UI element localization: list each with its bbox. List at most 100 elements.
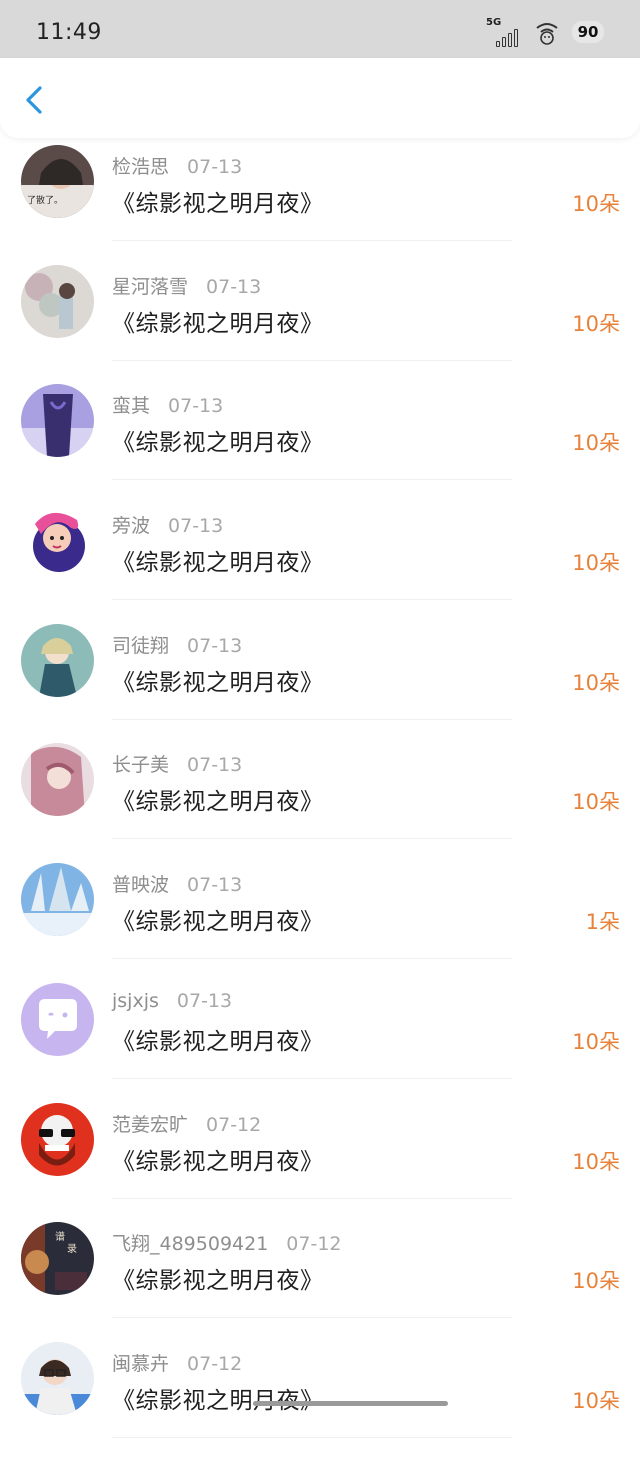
wifi-icon <box>536 23 558 45</box>
gift-date: 07-12 <box>187 1352 243 1375</box>
divider <box>112 240 512 241</box>
home-indicator[interactable] <box>253 1401 448 1406</box>
book-title[interactable]: 《综影视之明月夜》 <box>112 423 324 457</box>
list-item[interactable]: 旁波 07-13 《综影视之明月夜》 10朵 <box>0 499 640 619</box>
avatar[interactable] <box>21 743 94 817</box>
flower-count: 10朵 <box>572 431 620 456</box>
flower-count: 10朵 <box>572 1029 620 1054</box>
top-nav-bar <box>0 58 640 138</box>
item-meta: jsjxjs 07-13 <box>112 990 232 1012</box>
divider <box>112 599 512 601</box>
battery-level: 90 <box>577 23 599 41</box>
book-title[interactable]: 《综影视之明月夜》 <box>112 663 324 697</box>
gift-date: 07-12 <box>206 1113 262 1136</box>
gift-date: 07-12 <box>286 1233 342 1256</box>
list-item[interactable]: 长子美 07-13 《综影视之明月夜》 10朵 <box>0 738 640 858</box>
item-meta: 星河落雪 07-13 <box>112 272 261 299</box>
username[interactable]: 飞翔_489509421 <box>112 1233 268 1255</box>
divider <box>112 359 512 361</box>
svg-text:录: 录 <box>67 1243 77 1255</box>
username[interactable]: 蛮其 <box>112 395 150 417</box>
username[interactable]: 司徒翔 <box>112 635 169 657</box>
divider <box>112 718 512 720</box>
username[interactable]: 闽慕卉 <box>112 1353 169 1375</box>
flower-count: 1朵 <box>585 910 620 935</box>
username[interactable]: 星河落雪 <box>112 276 188 298</box>
list-item[interactable]: jsjxjs 07-13 《综影视之明月夜》 10朵 <box>0 978 640 1098</box>
svg-text:了散了。: 了散了。 <box>27 194 63 206</box>
book-title[interactable]: 《综影视之明月夜》 <box>112 1022 324 1056</box>
flower-count: 10朵 <box>572 1269 620 1294</box>
gift-date: 07-13 <box>187 156 243 178</box>
book-title[interactable]: 《综影视之明月夜》 <box>112 184 324 218</box>
gift-date: 07-13 <box>176 989 233 1012</box>
list-item[interactable]: 范姜宏旷 07-12 《综影视之明月夜》 10朵 <box>0 1098 640 1218</box>
svg-text:谱: 谱 <box>55 1230 65 1243</box>
flower-count: 10朵 <box>572 551 620 576</box>
item-meta: 普映波 07-13 <box>112 870 242 897</box>
list-item[interactable]: 了散了。 检浩思 07-13 《综影视之明月夜》 10朵 <box>0 140 640 260</box>
username[interactable]: 范姜宏旷 <box>112 1114 188 1136</box>
item-meta: 范姜宏旷 07-12 <box>112 1110 261 1137</box>
divider <box>112 1197 512 1199</box>
divider <box>112 1077 512 1079</box>
flower-gift-list: 了散了。 检浩思 07-13 《综影视之明月夜》 10朵 星河落雪 07-13 《综影视之明月… <box>0 140 640 1457</box>
avatar[interactable]: 了散了。 <box>21 145 94 218</box>
list-item[interactable]: 谱录飞翔_489509421 07-12 《综影视之明月夜》 10朵 <box>0 1217 640 1337</box>
cellular-signal-icon: 5G <box>486 17 522 47</box>
book-title[interactable]: 《综影视之明月夜》 <box>112 304 324 338</box>
flower-count: 10朵 <box>572 1388 620 1413</box>
username[interactable]: 普映波 <box>112 874 169 896</box>
book-title[interactable]: 《综影视之明月夜》 <box>112 1261 324 1295</box>
book-title[interactable]: 《综影视之明月夜》 <box>112 1142 324 1176</box>
chevron-left-icon <box>26 86 42 114</box>
status-bar: 11:49 5G 90 <box>0 0 640 60</box>
gift-date: 07-13 <box>206 275 262 298</box>
book-title[interactable]: 《综影视之明月夜》 <box>112 902 324 936</box>
gift-date: 07-13 <box>187 874 243 897</box>
item-meta: 旁波 07-13 <box>112 511 223 538</box>
avatar[interactable] <box>21 1102 94 1176</box>
avatar[interactable] <box>21 623 94 697</box>
username[interactable]: 长子美 <box>112 754 169 776</box>
item-meta: 检浩思 07-13 <box>112 152 242 179</box>
item-meta: 闽慕卉 07-12 <box>112 1349 242 1376</box>
battery-indicator: 90 <box>572 21 604 43</box>
item-meta: 司徒翔 07-13 <box>112 631 242 658</box>
back-button[interactable] <box>18 80 54 120</box>
avatar[interactable] <box>21 1341 94 1415</box>
gift-date: 07-13 <box>168 395 224 418</box>
list-item[interactable]: 闽慕卉 07-12 《综影视之明月夜》 10朵 <box>0 1337 640 1457</box>
status-icons: 5G 90 <box>486 16 604 48</box>
avatar[interactable] <box>21 384 94 458</box>
flower-count: 10朵 <box>572 192 620 216</box>
list-item[interactable]: 普映波 07-13 《综影视之明月夜》 1朵 <box>0 858 640 978</box>
book-title[interactable]: 《综影视之明月夜》 <box>112 782 324 816</box>
book-title[interactable]: 《综影视之明月夜》 <box>112 1381 324 1415</box>
gift-date: 07-13 <box>168 515 224 538</box>
username[interactable]: 旁波 <box>112 515 150 537</box>
book-title[interactable]: 《综影视之明月夜》 <box>112 543 324 577</box>
list-item[interactable]: 蛮其 07-13 《综影视之明月夜》 10朵 <box>0 379 640 499</box>
network-type-label: 5G <box>486 17 502 28</box>
gift-date: 07-13 <box>187 754 243 777</box>
avatar[interactable] <box>21 264 94 338</box>
avatar[interactable] <box>21 982 94 1056</box>
avatar[interactable] <box>21 504 94 578</box>
divider <box>112 958 512 960</box>
item-meta: 长子美 07-13 <box>112 750 242 777</box>
divider <box>112 838 512 840</box>
list-item[interactable]: 司徒翔 07-13 《综影视之明月夜》 10朵 <box>0 619 640 739</box>
divider <box>112 1317 512 1319</box>
avatar[interactable]: 谱录 <box>21 1222 94 1296</box>
item-meta: 飞翔_489509421 07-12 <box>112 1229 342 1256</box>
divider <box>112 479 512 481</box>
flower-count: 10朵 <box>572 790 620 815</box>
list-item[interactable]: 星河落雪 07-13 《综影视之明月夜》 10朵 <box>0 260 640 380</box>
username[interactable]: 检浩思 <box>112 156 169 178</box>
flower-count: 10朵 <box>572 311 620 336</box>
flower-count: 10朵 <box>572 1149 620 1174</box>
avatar[interactable] <box>21 863 94 937</box>
username[interactable]: jsjxjs <box>112 990 159 1012</box>
status-time: 11:49 <box>36 20 102 45</box>
